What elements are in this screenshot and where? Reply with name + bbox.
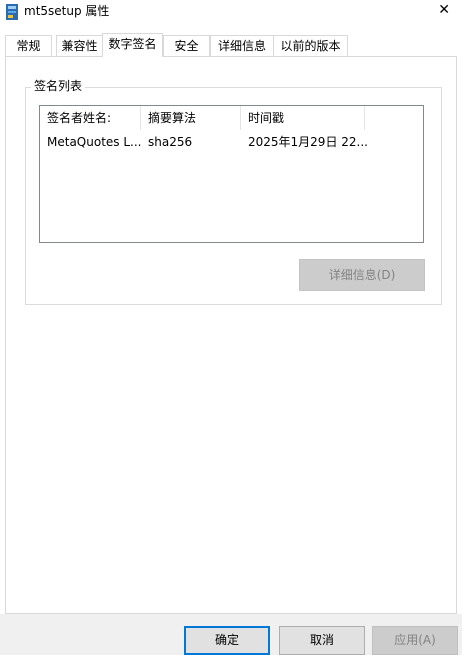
details-button[interactable]: 详细信息(D) [299, 259, 425, 291]
table-row[interactable]: MetaQuotes L... sha256 2025年1月29日 22... [40, 130, 423, 154]
tab-previous-versions[interactable]: 以前的版本 [273, 35, 348, 56]
window-title: mt5setup 属性 [24, 4, 110, 18]
list-header: 签名者姓名: 摘要算法 时间戳 [40, 106, 423, 130]
cell-signer-name: MetaQuotes L... [47, 135, 141, 149]
column-signer-name[interactable]: 签名者姓名: [40, 106, 141, 130]
tab-compatibility[interactable]: 兼容性 [56, 35, 103, 56]
signature-list[interactable]: 签名者姓名: 摘要算法 时间戳 MetaQuotes L... sha256 2… [39, 105, 424, 243]
column-digest-algorithm[interactable]: 摘要算法 [141, 106, 241, 130]
cell-timestamp: 2025年1月29日 22... [248, 135, 368, 149]
signature-list-label: 签名列表 [31, 79, 86, 93]
apply-button[interactable]: 应用(A) [372, 626, 458, 655]
close-icon[interactable]: ✕ [438, 2, 450, 18]
column-timestamp[interactable]: 时间戳 [241, 106, 365, 130]
installer-icon [6, 4, 18, 20]
cancel-button[interactable]: 取消 [279, 626, 365, 655]
ok-button[interactable]: 确定 [184, 626, 270, 655]
tab-security[interactable]: 安全 [163, 35, 210, 56]
tab-details[interactable]: 详细信息 [210, 35, 274, 56]
title-bar: mt5setup 属性 ✕ [0, 0, 462, 30]
cell-digest-algorithm: sha256 [148, 135, 193, 149]
tab-digital-signatures[interactable]: 数字签名 [102, 33, 163, 57]
tab-general[interactable]: 常规 [5, 35, 52, 56]
